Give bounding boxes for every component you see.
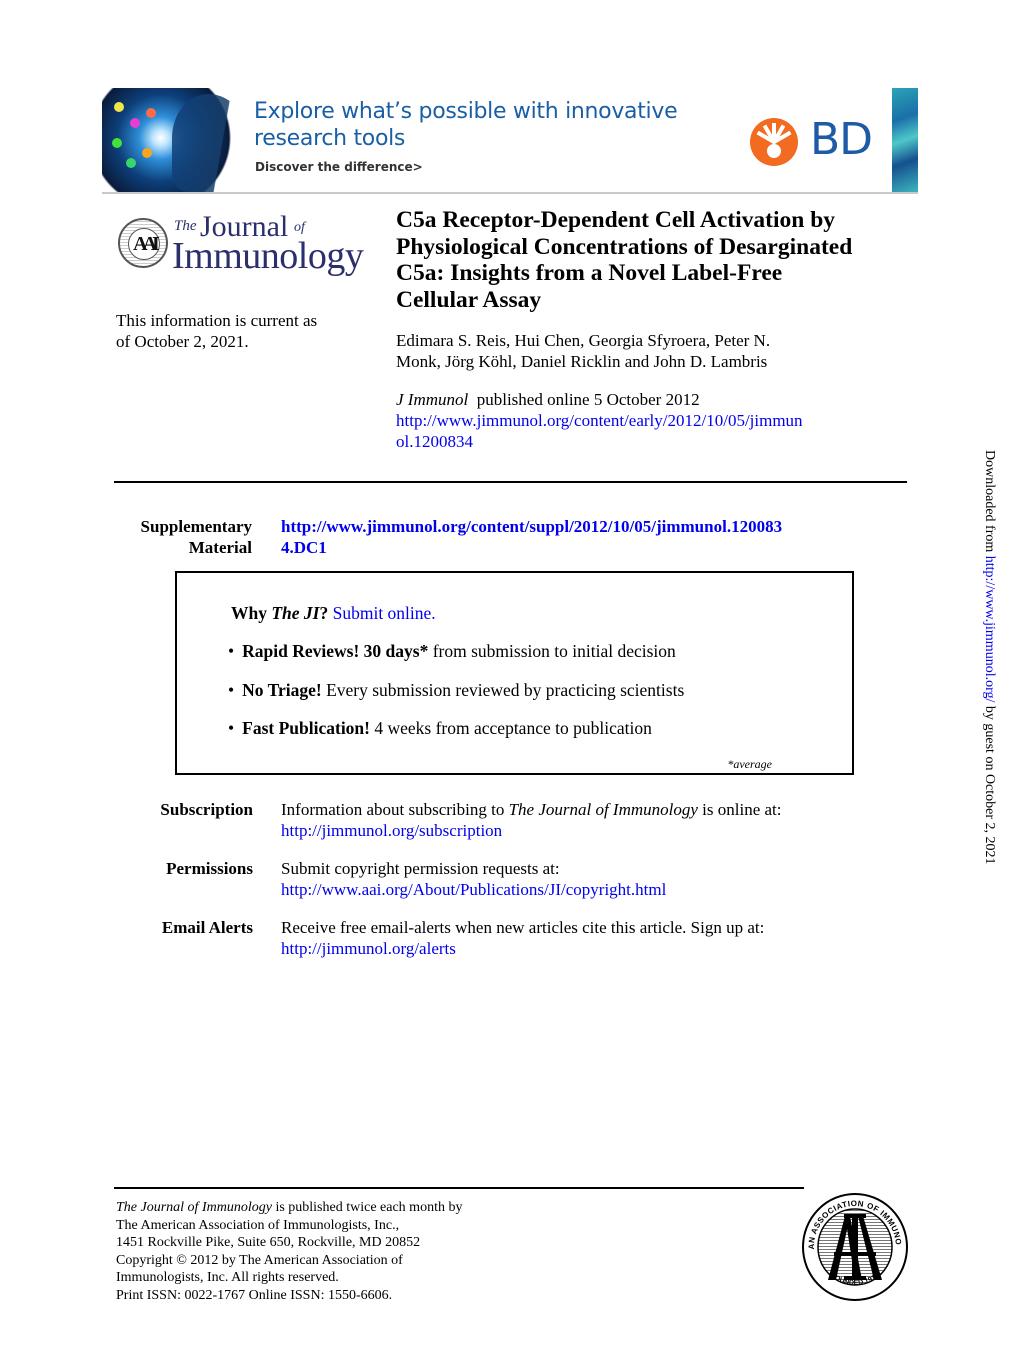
bullet-bold: Fast Publication! <box>242 718 370 738</box>
side-note-suffix: by guest on October 2, 2021 <box>982 702 997 865</box>
current-info-line1: This information is current as <box>116 311 318 330</box>
logo-the: The <box>174 218 197 234</box>
footer-line: 1451 Rockville Pike, Suite 650, Rockvill… <box>116 1235 421 1250</box>
footer-line: The Journal of Immunology is published t… <box>116 1199 462 1217</box>
article-url-line1: http://www.jimmunol.org/content/early/20… <box>396 411 803 430</box>
text: is published twice each month by <box>271 1200 463 1215</box>
article-authors: Edimara S. Reis, Hui Chen, Georgia Sfyro… <box>396 330 906 372</box>
bd-logo-icon <box>750 118 798 166</box>
banner-headline-line2: research tools <box>254 126 406 151</box>
email-alerts-label: Email Alerts <box>161 918 253 937</box>
bullet-text: 4 weeks from acceptance to publication <box>370 718 652 738</box>
logo-immunology: Immunology <box>172 235 364 277</box>
average-footnote: *average <box>727 757 772 771</box>
bullet-text: Every submission reviewed by practicing … <box>321 680 685 700</box>
supp-label-line2: Material <box>188 538 252 557</box>
why-ji-box: Why The JI? Submit online. • Rapid Review… <box>175 571 854 775</box>
authors-line: Edimara S. Reis, Hui Chen, Georgia Sfyro… <box>396 331 771 350</box>
article-title: C5a Receptor-Dependent Cell Activation b… <box>396 207 916 313</box>
footer-line: Print ISSN: 0022-1767 Online ISSN: 1550-… <box>116 1287 393 1303</box>
article-url-line2: ol.1200834 <box>396 432 473 451</box>
publication-info: J Immunol published online 5 October 201… <box>396 389 916 410</box>
supplementary-label: Supplementary Material <box>100 516 252 558</box>
article-citation: J Immunol published online 5 October 201… <box>396 389 916 452</box>
subscription-label: Subscription <box>160 800 253 819</box>
jimmunol-home-link[interactable]: http://www.jimmunol.org/ <box>982 556 997 703</box>
bullet-bold: No Triage! <box>242 680 322 700</box>
why-bullet-item: • No Triage! Every submission reviewed by… <box>228 680 684 701</box>
side-note-prefix: Downloaded from <box>982 450 997 556</box>
bullet-bold: Rapid Reviews! 30 days* <box>242 641 429 661</box>
supp-url-line2: 4.DC1 <box>281 538 327 557</box>
journal-name: The Journal of Immunology <box>508 800 698 819</box>
title-line: Cellular Assay <box>396 286 542 313</box>
banner-headline: Explore what’s possible with innovative … <box>254 98 678 152</box>
footer-line: The American Association of Immunologist… <box>116 1217 400 1233</box>
banner-headline-line1: Explore what’s possible with innovative <box>254 99 678 124</box>
bullet-icon: • <box>228 641 235 661</box>
subscription-text: Information about subscribing to The Jou… <box>281 799 911 820</box>
bullet-icon: • <box>228 680 235 700</box>
text: is online at: <box>697 800 782 819</box>
article-url-link[interactable]: http://www.jimmunol.org/content/early/20… <box>396 410 916 452</box>
footer-line: Copyright © 2012 by The American Associa… <box>116 1252 403 1268</box>
aai-seal-icon: AAI <box>118 218 168 268</box>
download-side-note: Downloaded from http://www.jimmunol.org/… <box>981 450 997 865</box>
title-line: C5a: Insights from a Novel Label-Free <box>396 260 783 286</box>
permissions-text: Submit copyright permission requests at: <box>281 859 560 878</box>
journal-logo[interactable]: AAI The Journal of Immunology <box>114 210 364 278</box>
bd-banner-ad[interactable]: Explore what’s possible with innovative … <box>102 88 918 194</box>
bullet-text: from submission to initial decision <box>428 641 676 661</box>
journal-name: The Journal of Immunology <box>116 1200 272 1215</box>
email-alerts-text: Receive free email-alerts when new artic… <box>281 918 765 937</box>
divider <box>114 481 907 483</box>
the-ji-text: The JI <box>271 603 320 623</box>
why-bullet-item: • Fast Publication! 4 weeks from acceptan… <box>228 718 652 739</box>
bullet-icon: • <box>228 718 235 738</box>
logo-of: of <box>294 220 305 235</box>
text: Information about subscribing to <box>281 800 509 819</box>
why-text: Why <box>231 603 267 623</box>
banner-discover-link[interactable]: Discover the difference> <box>255 160 423 174</box>
authors-line: Monk, Jörg Köhl, Daniel Ricklin and John… <box>396 352 768 371</box>
subscription-link[interactable]: http://jimmunol.org/subscription <box>281 820 911 841</box>
aai-seal-large-icon: AMERICAN ASSOCIATION OF IMMUNOLOGISTS FO… <box>800 1192 908 1301</box>
title-line: Physiological Concentrations of Desargin… <box>396 233 853 260</box>
footer-line: Immunologists, Inc. All rights reserved. <box>116 1270 339 1285</box>
journal-abbrev: J Immunol <box>396 390 469 409</box>
supp-label-line1: Supplementary <box>140 517 252 536</box>
email-alerts-link[interactable]: http://jimmunol.org/alerts <box>281 938 911 959</box>
divider <box>114 1187 804 1189</box>
submit-online-link[interactable]: Submit online. <box>333 603 436 623</box>
supp-url-line1: http://www.jimmunol.org/content/suppl/20… <box>281 517 783 536</box>
why-ji-heading: Why The JI? Submit online. <box>231 603 436 624</box>
why-bullet-item: • Rapid Reviews! 30 days* from submission… <box>228 641 676 662</box>
current-as-of-note: This information is current as of Octobe… <box>116 310 317 352</box>
title-line: C5a Receptor-Dependent Cell Activation b… <box>396 207 836 233</box>
subscription-body: Information about subscribing to The Jou… <box>281 799 911 841</box>
permissions-link[interactable]: http://www.aai.org/About/Publications/JI… <box>281 879 911 900</box>
question-mark: ? <box>319 603 329 623</box>
publisher-info: The Journal of Immunology is published t… <box>116 1199 462 1304</box>
permissions-label: Permissions <box>166 859 253 878</box>
published-date: published online 5 October 2012 <box>476 390 700 409</box>
email-alerts-body: Receive free email-alerts when new artic… <box>281 917 911 959</box>
supplementary-link[interactable]: http://www.jimmunol.org/content/suppl/20… <box>281 516 911 558</box>
banner-pattern <box>892 88 918 192</box>
bd-brand-text: BD <box>810 114 873 165</box>
permissions-body: Submit copyright permission requests at:… <box>281 858 911 900</box>
current-info-line2: of October 2, 2021. <box>116 332 249 351</box>
